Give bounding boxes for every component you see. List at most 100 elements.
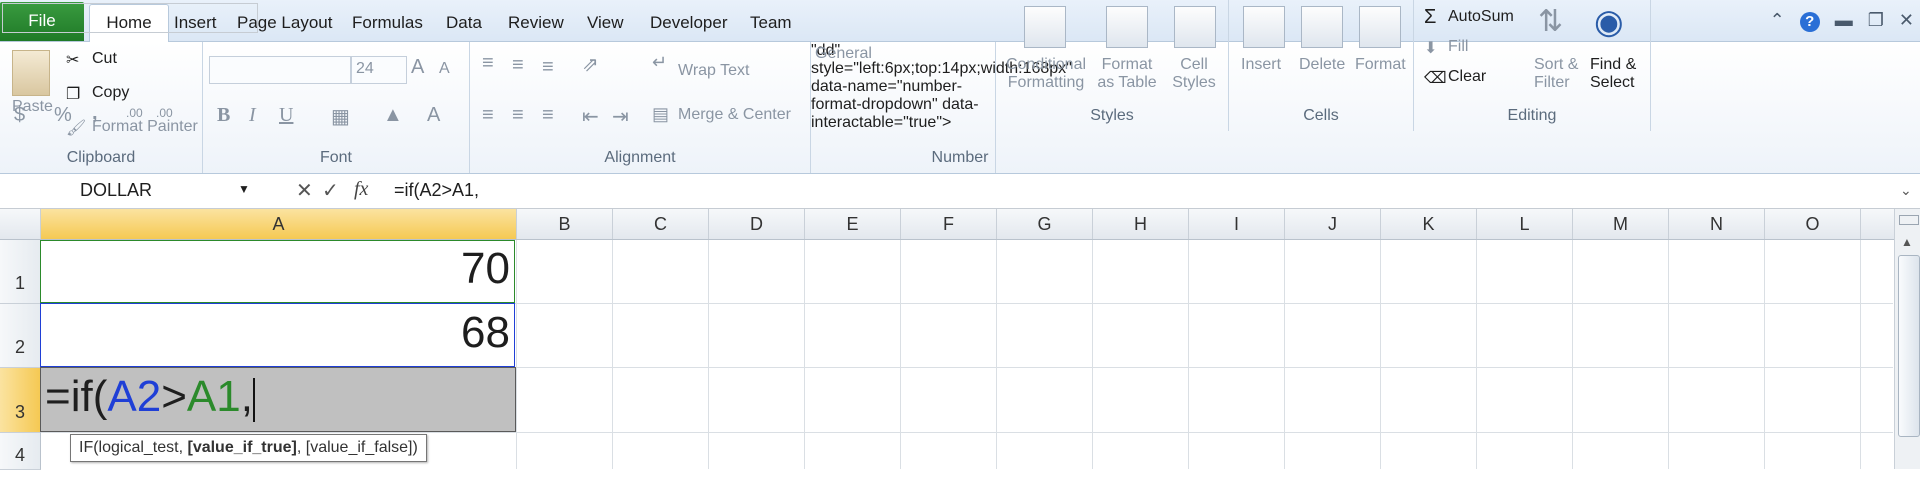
close-icon[interactable]: ✕ — [1899, 10, 1914, 30]
italic-button[interactable]: I — [249, 104, 256, 127]
format-as-table-button[interactable]: Format as Table — [1092, 56, 1162, 92]
wrap-text-button[interactable]: Wrap Text — [678, 62, 749, 80]
sort-filter-icon[interactable]: ⇅ — [1538, 4, 1563, 39]
column-header-E[interactable]: E — [805, 209, 901, 239]
bold-button[interactable]: B — [217, 104, 230, 127]
align-middle-icon[interactable]: ≡ — [512, 54, 524, 77]
column-header-K[interactable]: K — [1381, 209, 1477, 239]
minimize-icon[interactable]: ▬ — [1835, 10, 1853, 30]
delete-cells-button[interactable]: Delete — [1299, 56, 1345, 74]
merge-icon[interactable]: ▤ — [652, 104, 669, 125]
clear-button[interactable]: Clear — [1448, 68, 1486, 86]
cell-A2[interactable]: 68 — [44, 308, 510, 358]
fill-color-icon[interactable]: ▲ — [383, 104, 403, 127]
format-as-table-icon[interactable] — [1106, 6, 1148, 48]
format-cells-icon[interactable] — [1359, 6, 1401, 48]
wrap-text-icon[interactable]: ↵ — [652, 52, 667, 73]
tab-formulas[interactable]: Formulas — [348, 5, 427, 41]
enter-entry-icon[interactable]: ✓ — [322, 178, 339, 203]
decrease-decimal-button[interactable]: .00 — [156, 106, 173, 120]
column-header-A[interactable]: A — [41, 209, 517, 239]
scroll-up-icon[interactable]: ▲ — [1901, 235, 1913, 249]
decrease-indent-icon[interactable]: ⇤ — [582, 104, 599, 129]
column-header-J[interactable]: J — [1285, 209, 1381, 239]
tab-team[interactable]: Team — [746, 5, 796, 41]
grow-font-button[interactable]: A — [411, 56, 424, 79]
tab-developer[interactable]: Developer — [646, 5, 732, 41]
autosum-icon[interactable]: Σ — [1424, 6, 1436, 29]
insert-cells-icon[interactable] — [1243, 6, 1285, 48]
column-header-F[interactable]: F — [901, 209, 997, 239]
help-icon[interactable]: ? — [1799, 12, 1820, 32]
cut-button[interactable]: Cut — [92, 50, 117, 68]
insert-function-button[interactable]: fx — [354, 178, 368, 201]
autosum-button[interactable]: AutoSum — [1448, 8, 1514, 26]
function-argument-tooltip[interactable]: IF(logical_test, [value_if_true], [value… — [70, 434, 427, 462]
font-size-dropdown[interactable]: 24 — [351, 56, 407, 84]
name-box[interactable] — [2, 3, 258, 33]
row-header-3[interactable]: 3 — [0, 368, 41, 433]
column-header-C[interactable]: C — [613, 209, 709, 239]
fill-icon[interactable]: ⬇ — [1424, 38, 1437, 58]
cell-A3[interactable]: =if(A2>A1, — [40, 367, 516, 432]
column-header-N[interactable]: N — [1669, 209, 1765, 239]
split-handle[interactable] — [1899, 215, 1919, 225]
align-left-icon[interactable]: ≡ — [482, 104, 494, 127]
format-painter-button[interactable]: Format Painter — [92, 118, 198, 136]
cut-icon[interactable]: ✂ — [66, 50, 79, 70]
vertical-scrollbar[interactable]: ▲ — [1894, 209, 1920, 469]
cell-styles-button[interactable]: Cell Styles — [1166, 56, 1222, 92]
collapse-ribbon-icon[interactable]: ⌃ — [1770, 10, 1785, 30]
percent-button[interactable]: % — [54, 104, 72, 127]
merge-center-button[interactable]: Merge & Center — [678, 106, 791, 124]
fill-button[interactable]: Fill — [1448, 38, 1468, 56]
select-all-corner[interactable] — [0, 209, 41, 239]
column-header-O[interactable]: O — [1765, 209, 1861, 239]
currency-button[interactable]: $ — [14, 104, 25, 127]
cell-A1[interactable]: 70 — [44, 244, 510, 294]
conditional-formatting-icon[interactable] — [1024, 6, 1066, 48]
comma-button[interactable]: , — [92, 102, 98, 125]
cancel-entry-icon[interactable]: ✕ — [296, 178, 313, 203]
column-header-G[interactable]: G — [997, 209, 1093, 239]
font-family-dropdown[interactable] — [209, 56, 351, 84]
name-box-dropdown-icon[interactable]: ▼ — [238, 182, 250, 196]
tab-view[interactable]: View — [583, 5, 628, 41]
column-header-M[interactable]: M — [1573, 209, 1669, 239]
eraser-icon[interactable]: ⌫ — [1424, 68, 1447, 88]
expand-formula-bar-icon[interactable]: ⌄ — [1900, 182, 1912, 199]
sort-filter-button[interactable]: Sort & Filter — [1534, 56, 1578, 92]
column-header-H[interactable]: H — [1093, 209, 1189, 239]
formula-input[interactable]: =if(A2>A1, — [394, 180, 479, 201]
align-center-icon[interactable]: ≡ — [512, 104, 524, 127]
column-header-D[interactable]: D — [709, 209, 805, 239]
font-color-button[interactable]: A — [427, 104, 440, 127]
paste-icon[interactable] — [12, 50, 50, 96]
row-header-4[interactable]: 4 — [0, 433, 41, 470]
copy-icon[interactable]: ❐ — [66, 84, 80, 104]
insert-cells-button[interactable]: Insert — [1241, 56, 1281, 74]
column-header-L[interactable]: L — [1477, 209, 1573, 239]
conditional-formatting-button[interactable]: Conditional Formatting — [1004, 56, 1088, 92]
column-header-I[interactable]: I — [1189, 209, 1285, 239]
cell-styles-icon[interactable] — [1174, 6, 1216, 48]
column-header-B[interactable]: B — [517, 209, 613, 239]
delete-cells-icon[interactable] — [1301, 6, 1343, 48]
find-select-button[interactable]: Find & Select — [1590, 56, 1636, 92]
increase-decimal-button[interactable]: .00 — [126, 106, 143, 120]
scroll-thumb[interactable] — [1898, 255, 1920, 437]
increase-indent-icon[interactable]: ⇥ — [612, 104, 629, 129]
align-right-icon[interactable]: ≡ — [542, 104, 554, 127]
format-cells-button[interactable]: Format — [1355, 56, 1406, 74]
row-header-2[interactable]: 2 — [0, 304, 41, 368]
shrink-font-button[interactable]: A — [439, 60, 450, 78]
orientation-icon[interactable]: ⇗ — [582, 52, 599, 77]
tab-review[interactable]: Review — [504, 5, 568, 41]
row-header-1[interactable]: 1 — [0, 240, 41, 304]
tab-data[interactable]: Data — [442, 5, 486, 41]
underline-button[interactable]: U — [279, 104, 293, 127]
align-top-icon[interactable]: ≡ — [482, 52, 494, 75]
restore-icon[interactable]: ❐ — [1868, 10, 1884, 30]
borders-icon[interactable]: ▦ — [331, 104, 350, 129]
copy-button[interactable]: Copy — [92, 84, 129, 102]
